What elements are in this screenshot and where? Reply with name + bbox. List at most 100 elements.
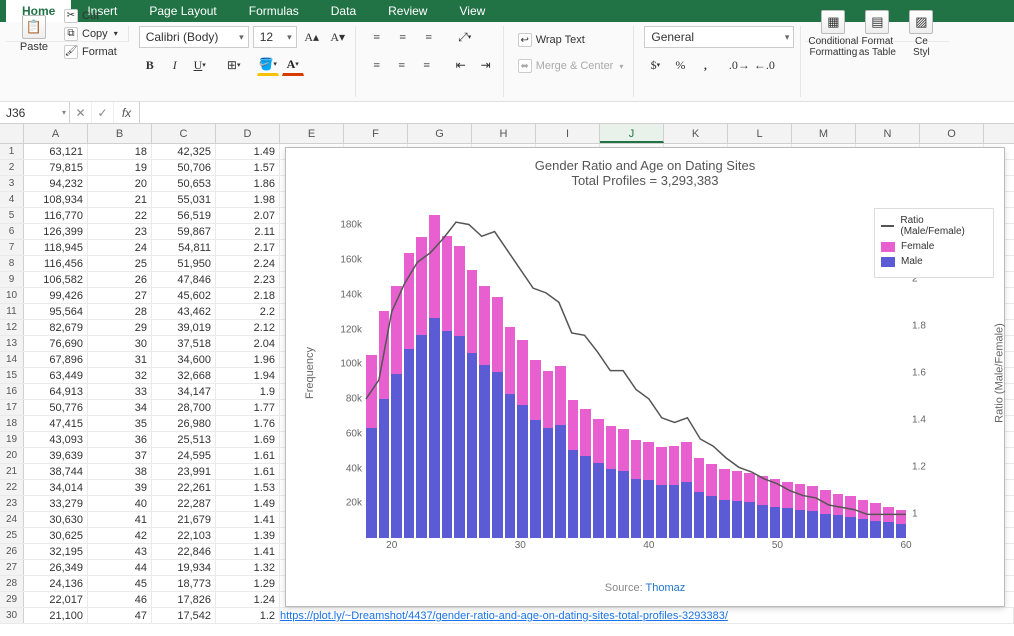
spreadsheet-grid[interactable]: ABCDEFGHIJKLMNO 163,1211842,3251.49279,8… (0, 124, 1014, 634)
select-all-corner[interactable] (0, 124, 24, 143)
row-header[interactable]: 18 (0, 416, 24, 431)
cell[interactable]: 1.49 (216, 144, 280, 159)
increase-indent-button[interactable]: ⇥ (475, 54, 497, 76)
cell[interactable]: 44 (88, 560, 152, 575)
cell[interactable]: 22 (88, 208, 152, 223)
cell[interactable]: 1.96 (216, 352, 280, 367)
cell[interactable]: 2.24 (216, 256, 280, 271)
italic-button[interactable]: I (164, 54, 186, 76)
cell[interactable]: 1.32 (216, 560, 280, 575)
copy-button[interactable]: ⧉Copy▾ (60, 26, 122, 42)
row-header[interactable]: 5 (0, 208, 24, 223)
align-middle-button[interactable]: ≡ (392, 26, 414, 48)
increase-decimal-button[interactable]: .0→ (728, 54, 750, 76)
tab-page-layout[interactable]: Page Layout (133, 0, 232, 22)
cell[interactable]: 43 (88, 544, 152, 559)
cell[interactable]: 26,980 (152, 416, 216, 431)
cell[interactable]: 63,449 (24, 368, 88, 383)
underline-button[interactable]: U▾ (189, 54, 211, 76)
cell[interactable]: 34,014 (24, 480, 88, 495)
cell[interactable]: 34,600 (152, 352, 216, 367)
cell[interactable]: 99,426 (24, 288, 88, 303)
cell[interactable]: 28 (88, 304, 152, 319)
cell[interactable]: 30 (88, 336, 152, 351)
cell[interactable]: 1.86 (216, 176, 280, 191)
formula-input[interactable] (140, 102, 1014, 123)
cell[interactable]: 76,690 (24, 336, 88, 351)
cell[interactable]: 43,093 (24, 432, 88, 447)
cell[interactable]: 82,679 (24, 320, 88, 335)
cell[interactable]: 50,776 (24, 400, 88, 415)
cell[interactable]: 38 (88, 464, 152, 479)
align-bottom-button[interactable]: ≡ (418, 26, 440, 48)
orientation-button[interactable]: ⤢▾ (454, 26, 476, 48)
col-header-M[interactable]: M (792, 124, 856, 143)
cell[interactable]: 1.41 (216, 544, 280, 559)
cell[interactable]: 1.61 (216, 464, 280, 479)
row-header[interactable]: 8 (0, 256, 24, 271)
cancel-formula-button[interactable]: ✕ (70, 102, 92, 123)
row-header[interactable]: 1 (0, 144, 24, 159)
row-header[interactable]: 7 (0, 240, 24, 255)
cut-button[interactable]: ✂Cut (60, 8, 122, 24)
cell[interactable]: 63,121 (24, 144, 88, 159)
cell[interactable]: 18,773 (152, 576, 216, 591)
cell[interactable]: 1.61 (216, 448, 280, 463)
fill-color-button[interactable]: 🪣▾ (257, 54, 279, 76)
cell[interactable]: 2.23 (216, 272, 280, 287)
cell[interactable]: 1.41 (216, 512, 280, 527)
cell[interactable]: 95,564 (24, 304, 88, 319)
cell[interactable]: 24,136 (24, 576, 88, 591)
cell[interactable]: 1.77 (216, 400, 280, 415)
align-top-button[interactable]: ≡ (366, 26, 388, 48)
decrease-indent-button[interactable]: ⇤ (450, 54, 472, 76)
row-header[interactable]: 13 (0, 336, 24, 351)
merge-center-button[interactable]: ⬌Merge & Center▾ (514, 58, 628, 74)
row-header[interactable]: 4 (0, 192, 24, 207)
col-header-A[interactable]: A (24, 124, 88, 143)
cell[interactable]: 34 (88, 400, 152, 415)
tab-review[interactable]: Review (372, 0, 443, 22)
cell[interactable]: 47,415 (24, 416, 88, 431)
col-header-I[interactable]: I (536, 124, 600, 143)
cell[interactable]: 2.04 (216, 336, 280, 351)
tab-formulas[interactable]: Formulas (233, 0, 315, 22)
chart-source-link[interactable]: Thomaz (646, 582, 686, 594)
cell[interactable]: 1.39 (216, 528, 280, 543)
cell[interactable]: 1.24 (216, 592, 280, 607)
cell[interactable]: 42 (88, 528, 152, 543)
cell[interactable]: 25,513 (152, 432, 216, 447)
cell[interactable]: 59,867 (152, 224, 216, 239)
cell[interactable]: 32,195 (24, 544, 88, 559)
cell[interactable]: 27 (88, 288, 152, 303)
cell[interactable]: 24,595 (152, 448, 216, 463)
cell[interactable]: 1.49 (216, 496, 280, 511)
plot-url-link[interactable]: https://plot.ly/~Dreamshot/4437/gender-r… (280, 610, 728, 622)
font-color-button[interactable]: A▾ (282, 54, 304, 76)
cell[interactable]: 28,700 (152, 400, 216, 415)
col-header-O[interactable]: O (920, 124, 984, 143)
cell[interactable]: 64,913 (24, 384, 88, 399)
cell[interactable]: 116,770 (24, 208, 88, 223)
col-header-C[interactable]: C (152, 124, 216, 143)
cell[interactable]: 2.11 (216, 224, 280, 239)
row-header[interactable]: 25 (0, 528, 24, 543)
cell[interactable]: 51,950 (152, 256, 216, 271)
cell[interactable]: 1.69 (216, 432, 280, 447)
cell[interactable]: 18 (88, 144, 152, 159)
percent-button[interactable]: % (669, 54, 691, 76)
cell[interactable]: 21,100 (24, 608, 88, 623)
cell[interactable]: 106,582 (24, 272, 88, 287)
cell[interactable]: 108,934 (24, 192, 88, 207)
col-header-N[interactable]: N (856, 124, 920, 143)
increase-font-button[interactable]: A▴ (301, 26, 323, 48)
format-painter-button[interactable]: 🖌Format (60, 44, 122, 60)
cell[interactable]: 20 (88, 176, 152, 191)
cell[interactable]: 1.76 (216, 416, 280, 431)
cell[interactable]: 56,519 (152, 208, 216, 223)
name-box[interactable]: J36 (0, 102, 70, 123)
cell[interactable]: 32 (88, 368, 152, 383)
tab-data[interactable]: Data (315, 0, 372, 22)
conditional-formatting-button[interactable]: ▦ Conditional Formatting (811, 6, 855, 62)
cell[interactable]: 39,639 (24, 448, 88, 463)
